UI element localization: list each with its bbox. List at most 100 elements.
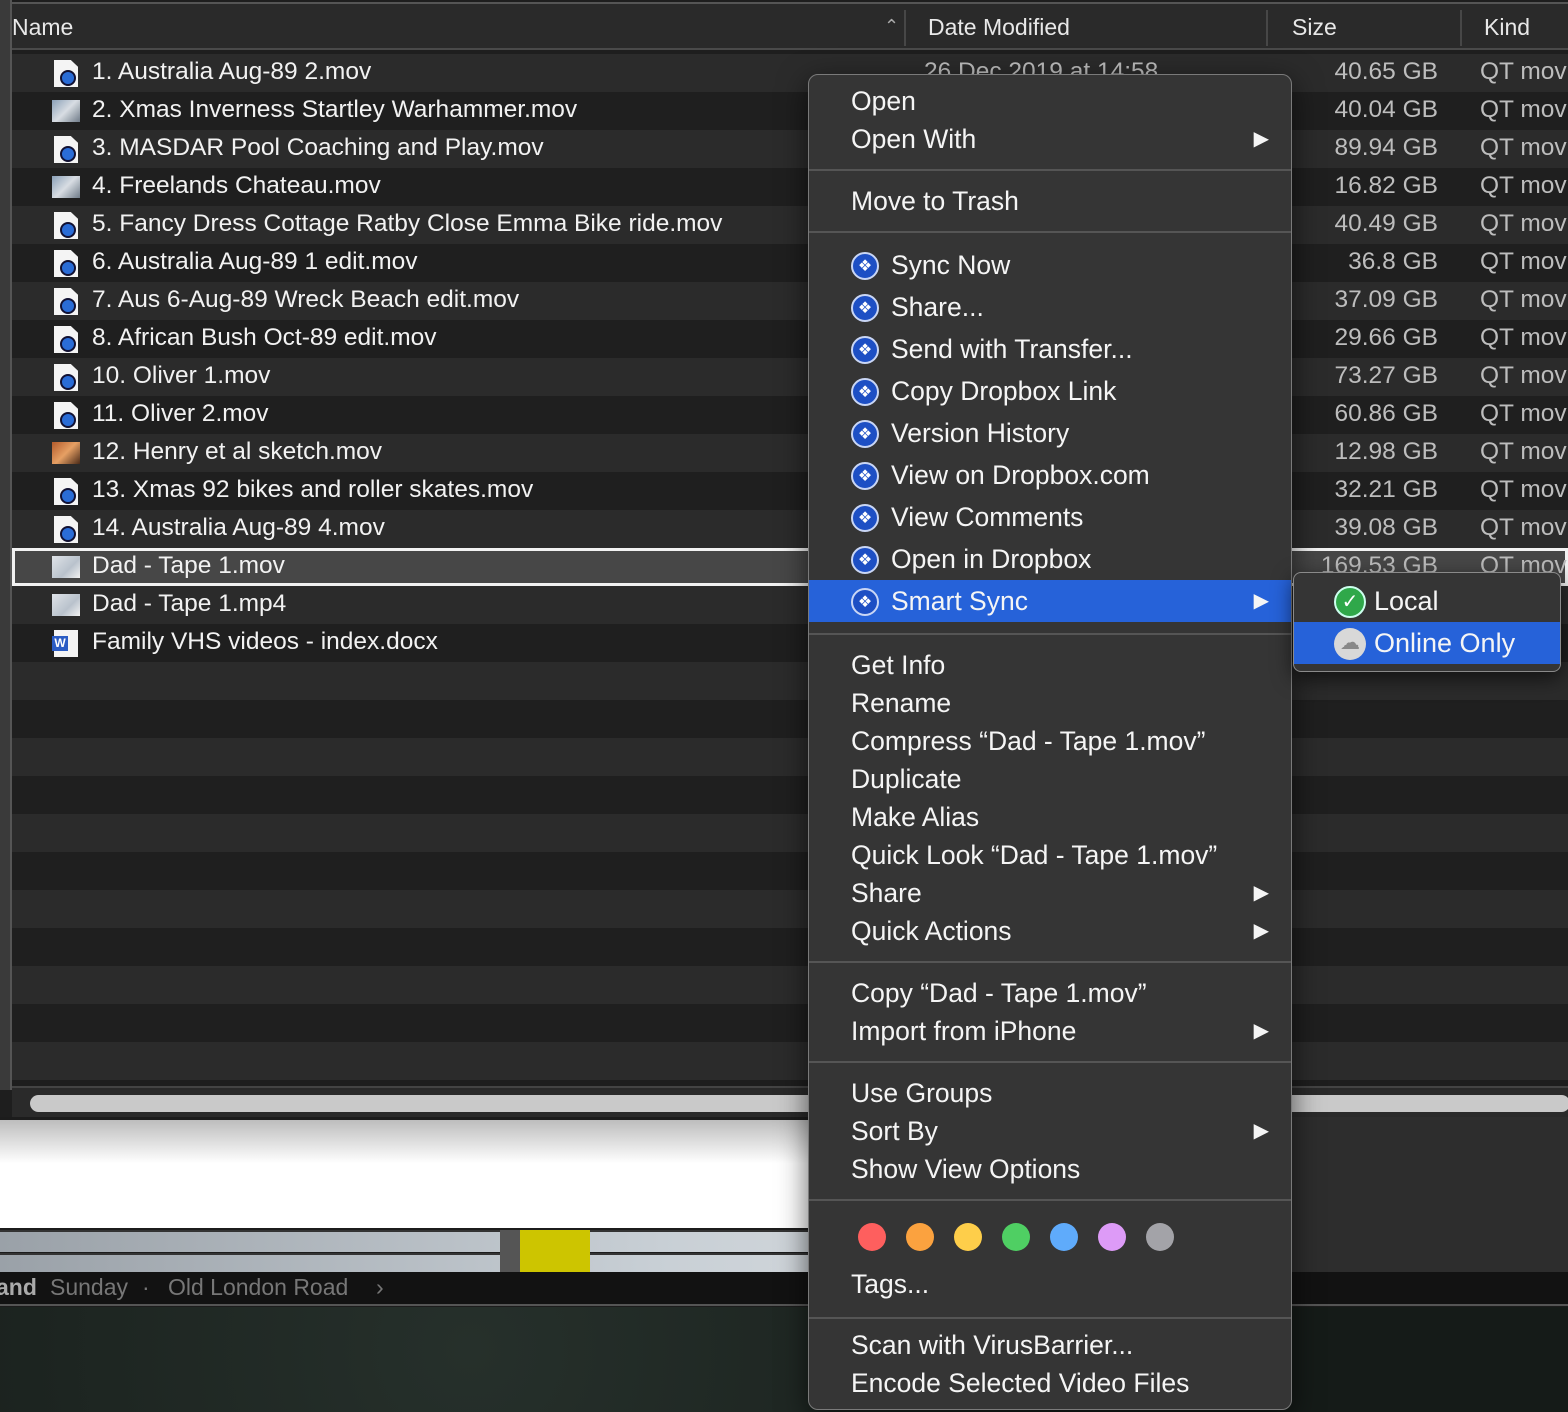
file-row[interactable]: 3. MASDAR Pool Coaching and Play.mov 89.9… — [12, 130, 1568, 168]
menu-item-view-comments[interactable]: View Comments — [809, 496, 1291, 540]
menu-item-label: Sort By — [851, 1116, 938, 1146]
menu-item-quick-look[interactable]: Quick Look “Dad - Tape 1.mov” — [809, 836, 1291, 874]
menu-item-version-history[interactable]: Version History — [809, 412, 1291, 456]
file-kind: QT mov — [1480, 58, 1567, 85]
window-edge — [0, 0, 12, 1090]
menu-item-open[interactable]: Open — [809, 82, 1291, 120]
file-size: 37.09 GB — [1334, 286, 1438, 313]
file-size: 40.65 GB — [1334, 58, 1438, 85]
dropbox-icon — [851, 498, 879, 540]
file-kind: QT mov — [1480, 476, 1567, 503]
menu-item-sort-by[interactable]: Sort By ▶ — [809, 1112, 1291, 1150]
menu-item-copy[interactable]: Copy “Dad - Tape 1.mov” — [809, 974, 1291, 1012]
column-date-modified[interactable]: Date Modified — [928, 14, 1070, 41]
menu-separator — [809, 220, 1291, 244]
menu-item-quick-actions[interactable]: Quick Actions ▶ — [809, 912, 1291, 950]
menu-item-get-info[interactable]: Get Info — [809, 646, 1291, 684]
menu-item-label: Use Groups — [851, 1078, 993, 1108]
tag-color-dot[interactable] — [1146, 1223, 1174, 1251]
submenu-arrow-icon: ▶ — [1253, 590, 1269, 612]
menu-item-label: Rename — [851, 688, 952, 718]
tag-color-dot[interactable] — [1050, 1223, 1078, 1251]
file-name: 3. MASDAR Pool Coaching and Play.mov — [92, 134, 544, 161]
tag-color-dot[interactable] — [858, 1223, 886, 1251]
menu-item-encode-video[interactable]: Encode Selected Video Files — [809, 1364, 1291, 1402]
menu-item-label: View Comments — [891, 502, 1084, 532]
menu-item-label: Scan with VirusBarrier... — [851, 1330, 1134, 1360]
menu-item-smart-sync[interactable]: Smart Sync ▶ — [809, 580, 1291, 624]
submenu-arrow-icon: ▶ — [1253, 1020, 1269, 1042]
column-name[interactable]: Name — [12, 14, 73, 41]
tag-color-dot[interactable] — [906, 1223, 934, 1251]
file-name: 8. African Bush Oct-89 edit.mov — [92, 324, 437, 351]
menu-item-send-with-transfer[interactable]: Send with Transfer... — [809, 328, 1291, 372]
file-size: 40.49 GB — [1334, 210, 1438, 237]
file-row[interactable]: 6. Australia Aug-89 1 edit.mov 36.8 GB QT … — [12, 244, 1568, 282]
file-row[interactable]: 8. African Bush Oct-89 edit.mov 29.66 GB Q… — [12, 320, 1568, 358]
horizontal-scrollbar[interactable] — [30, 1095, 1568, 1112]
file-row[interactable]: 4. Freelands Chateau.mov 16.82 GB QT mov — [12, 168, 1568, 206]
menu-item-import-from-iphone[interactable]: Import from iPhone ▶ — [809, 1012, 1291, 1050]
file-row[interactable]: 10. Oliver 1.mov 73.27 GB QT mov — [12, 358, 1568, 396]
menu-item-local[interactable]: ✓ Local — [1294, 580, 1560, 622]
menu-item-move-to-trash[interactable]: Move to Trash — [809, 182, 1291, 220]
file-row[interactable]: 1. Australia Aug-89 2.mov 26 Dec 2019 at … — [12, 54, 1568, 92]
menu-item-copy-dropbox-link[interactable]: Copy Dropbox Link — [809, 370, 1291, 414]
file-kind: QT mov — [1480, 438, 1567, 465]
menu-item-duplicate[interactable]: Duplicate — [809, 760, 1291, 798]
menu-item-view-on-dropbox[interactable]: View on Dropbox.com — [809, 454, 1291, 498]
column-divider[interactable] — [1266, 10, 1268, 46]
quicktime-movie-icon — [54, 136, 78, 163]
menu-item-share[interactable]: Share ▶ — [809, 874, 1291, 912]
file-kind: QT mov — [1480, 134, 1567, 161]
file-row[interactable]: 13. Xmas 92 bikes and roller skates.mov 3… — [12, 472, 1568, 510]
video-thumbnail-icon — [52, 100, 80, 122]
menu-item-sync-now[interactable]: Sync Now — [809, 244, 1291, 288]
file-row[interactable]: 2. Xmas Inverness Startley Warhammer.mov… — [12, 92, 1568, 130]
menu-item-make-alias[interactable]: Make Alias — [809, 798, 1291, 836]
tag-color-dot[interactable] — [1002, 1223, 1030, 1251]
column-divider[interactable] — [1460, 10, 1462, 46]
quicktime-movie-icon — [54, 402, 78, 429]
file-name: 1. Australia Aug-89 2.mov — [92, 58, 372, 85]
file-row[interactable]: 14. Australia Aug-89 4.mov 39.08 GB QT mov — [12, 510, 1568, 548]
file-row[interactable]: 12. Henry et al sketch.mov 12.98 GB QT mov — [12, 434, 1568, 472]
column-size[interactable]: Size — [1292, 14, 1337, 41]
submenu-arrow-icon: ▶ — [1253, 1120, 1269, 1142]
menu-item-label: Open in Dropbox — [891, 544, 1092, 574]
menu-item-open-with[interactable]: Open With ▶ — [809, 120, 1291, 158]
dropbox-icon — [851, 288, 879, 330]
context-menu: Open Open With ▶ Move to Trash Sync Now S… — [808, 74, 1292, 1410]
file-row[interactable]: 5. Fancy Dress Cottage Ratby Close Emma … — [12, 206, 1568, 244]
file-name: 6. Australia Aug-89 1 edit.mov — [92, 248, 418, 275]
file-row[interactable]: 7. Aus 6-Aug-89 Wreck Beach edit.mov 37.0… — [12, 282, 1568, 320]
file-name: Family VHS videos - index.docx — [92, 628, 438, 655]
menu-item-label: Get Info — [851, 650, 946, 680]
menu-item-open-in-dropbox[interactable]: Open in Dropbox — [809, 538, 1291, 582]
file-row[interactable]: 11. Oliver 2.mov 60.86 GB QT mov — [12, 396, 1568, 434]
menu-item-use-groups[interactable]: Use Groups — [809, 1074, 1291, 1112]
file-kind: QT mov — [1480, 324, 1567, 351]
menu-separator — [809, 158, 1291, 182]
tag-color-dot[interactable] — [954, 1223, 982, 1251]
chevron-right-icon: › — [376, 1274, 384, 1300]
menu-item-online-only[interactable]: ☁ Online Only — [1294, 622, 1560, 664]
menu-item-compress[interactable]: Compress “Dad - Tape 1.mov” — [809, 722, 1291, 760]
menu-item-tags[interactable]: Tags... — [809, 1262, 1291, 1306]
menu-item-dropbox-share[interactable]: Share... — [809, 286, 1291, 330]
menu-item-show-view-options[interactable]: Show View Options — [809, 1150, 1291, 1188]
menu-item-label: Smart Sync — [891, 586, 1028, 616]
menu-item-label: Quick Look “Dad - Tape 1.mov” — [851, 840, 1218, 870]
smart-sync-submenu: ✓ Local ☁ Online Only — [1293, 572, 1561, 672]
file-size: 12.98 GB — [1334, 438, 1438, 465]
column-kind[interactable]: Kind — [1484, 14, 1530, 41]
file-kind: QT mov — [1480, 362, 1567, 389]
chevron-up-icon[interactable]: ⌃ — [884, 16, 899, 37]
breadcrumb-item: and — [0, 1274, 37, 1300]
column-divider[interactable] — [904, 10, 906, 46]
menu-item-rename[interactable]: Rename — [809, 684, 1291, 722]
tag-color-dot[interactable] — [1098, 1223, 1126, 1251]
menu-separator — [809, 1188, 1291, 1212]
background-window — [1290, 1117, 1568, 1277]
menu-item-scan-virusbarrier[interactable]: Scan with VirusBarrier... — [809, 1326, 1291, 1364]
